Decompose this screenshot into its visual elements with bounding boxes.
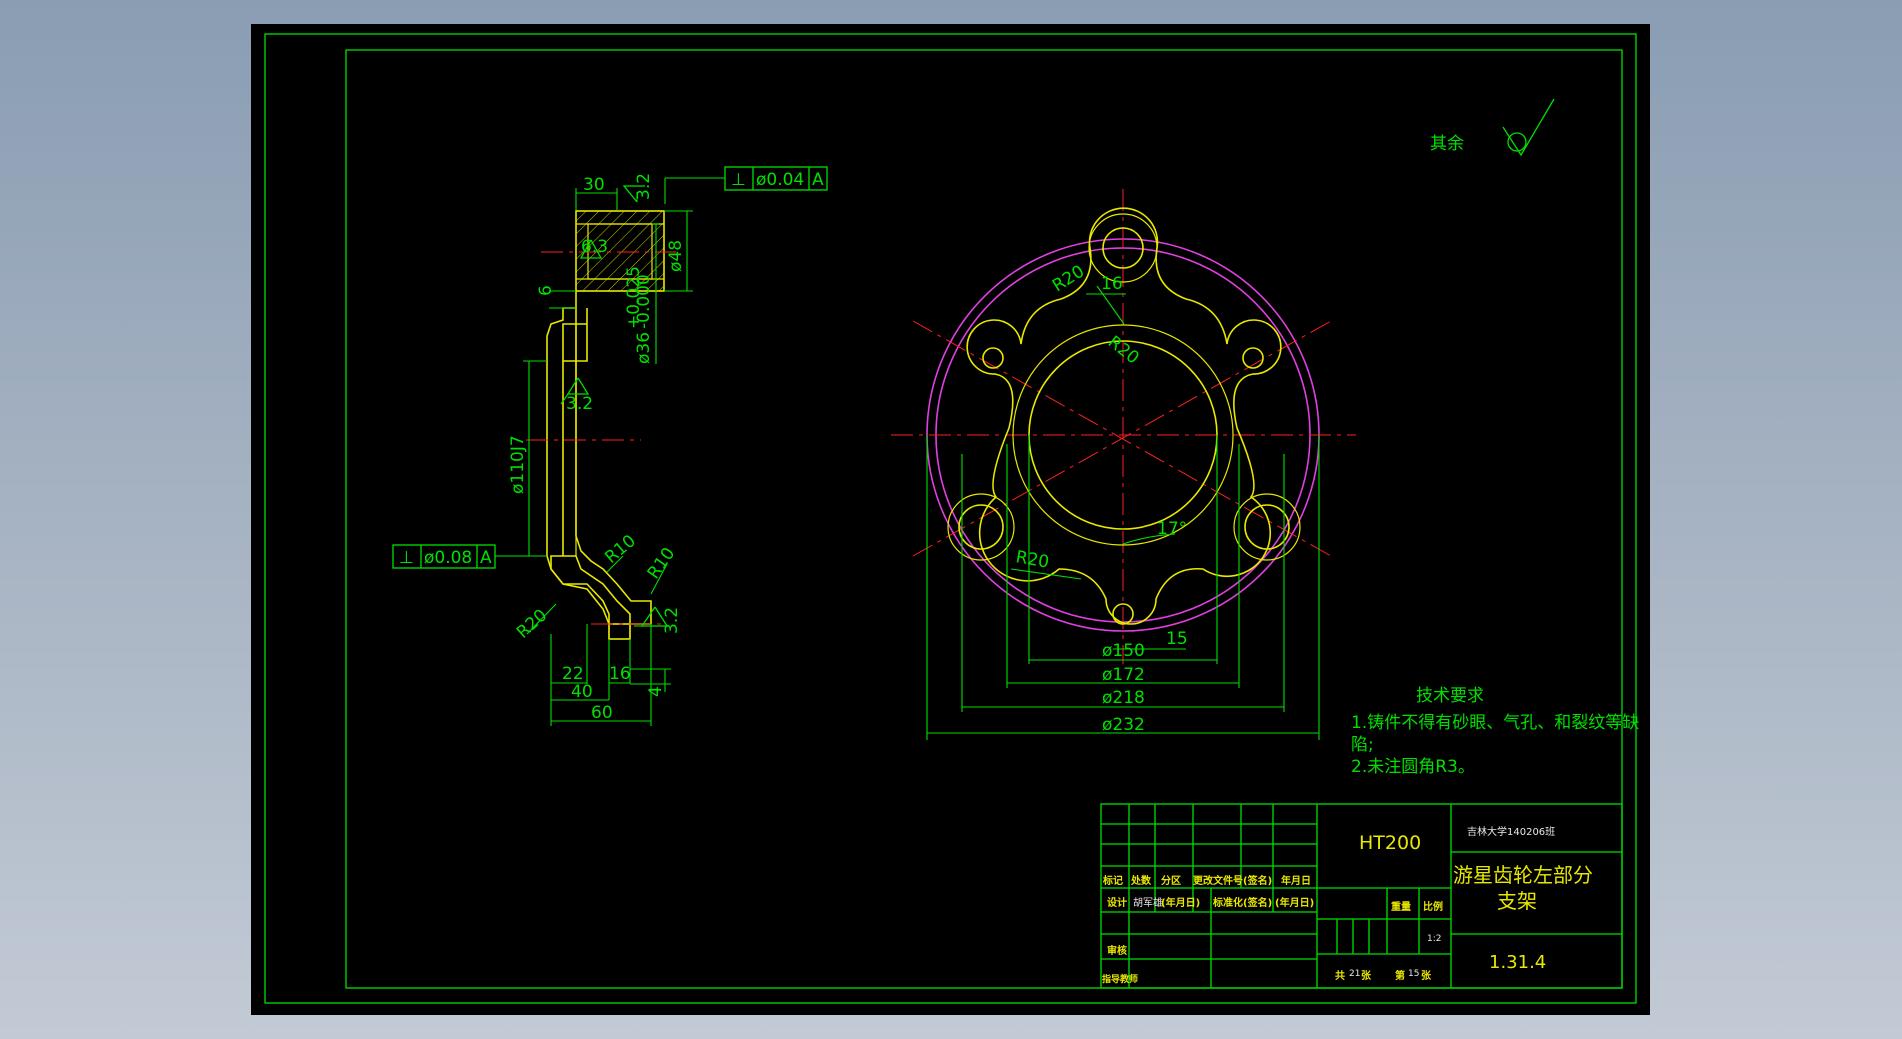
front-dim-d232: ø232 [1102, 715, 1145, 735]
tb-col-zone: 分区 [1161, 874, 1181, 887]
tb-scale-value: 1:2 [1427, 934, 1441, 944]
tb-standard: 标准化(签名) [1212, 896, 1272, 909]
roughness-mid: 3.2 [566, 394, 593, 414]
gtol-frame-left: ⊥ ø0.08 A [392, 544, 496, 569]
gtol-left-symbol: ⊥ [399, 548, 414, 568]
tb-sheetno-prefix: 第 [1395, 969, 1405, 982]
tech-line1: 1.铸件不得有砂眼、气孔、和裂纹等缺 [1351, 713, 1639, 733]
gtol-frame-top: ⊥ ø0.04 A [724, 166, 828, 191]
tb-col-date: 年月日 [1281, 874, 1311, 887]
gtol-left-value: ø0.08 [424, 548, 472, 568]
cad-drawing: 其余 30 3.2 6.3 ø48 ø36 +0.025 -0.000 6 3.… [264, 33, 1639, 1004]
tb-sheets-suffix: 张 [1361, 969, 1372, 982]
tb-row-design: 设计 [1107, 896, 1127, 909]
tb-mass-label: 重量 [1391, 900, 1411, 913]
dim-w16: 16 [609, 664, 631, 684]
dim-r10-b: R10 [644, 544, 680, 583]
outer-frame [264, 33, 1637, 1004]
roughness-other-label: 其余 [1430, 134, 1464, 154]
tech-title: 技术要求 [1416, 686, 1484, 706]
dim-outer-dia: ø48 [666, 240, 686, 272]
front-dim-d218: ø218 [1102, 688, 1145, 708]
front-dim-d172: ø172 [1102, 665, 1145, 685]
roughness-bore: 6.3 [581, 237, 608, 257]
dim-top-width: 30 [583, 175, 605, 195]
tb-sheets-total: 21 [1349, 969, 1360, 979]
roughness-other-symbol: 其余 [1430, 98, 1555, 157]
gtol-top-value: ø0.04 [756, 170, 804, 190]
tb-part-name-2: 支架 [1497, 889, 1537, 913]
tech-line2: 2.未注圆角R3。 [1351, 757, 1475, 777]
front-dim-r20-top: R20 [1049, 262, 1088, 297]
dim-w22: 22 [562, 664, 584, 684]
gtol-top-symbol: ⊥ [731, 170, 746, 190]
tech-requirements: 技术要求 1.铸件不得有砂眼、气孔、和裂纹等缺 陷; 2.未注圆角R3。 [1351, 686, 1639, 777]
dim-w40: 40 [571, 682, 593, 702]
tb-designer: 胡军雄 [1133, 896, 1163, 909]
front-dim-d150: ø150 [1102, 641, 1145, 661]
tb-standard-date: (年月日) [1275, 896, 1314, 909]
tech-line1b: 陷; [1351, 735, 1374, 755]
title-block: HT200 吉林大学140206班 游星齿轮左部分 支架 1.31.4 标记 处… [1100, 803, 1623, 989]
front-dim-r20-inner: R20 [1104, 332, 1143, 368]
roughness-top: 3.2 [634, 173, 654, 200]
tb-design-date: (年月日) [1161, 896, 1200, 909]
tb-col-change: 更改文件号(签名) [1193, 874, 1272, 887]
roughness-bottom: 3.2 [662, 607, 682, 634]
front-dim-w16: 16 [1101, 274, 1123, 294]
tb-sheet-no: 15 [1408, 969, 1419, 979]
tb-material: HT200 [1359, 832, 1421, 854]
tb-col-count: 处数 [1130, 874, 1152, 887]
front-dim-r20-bottom: R20 [1014, 547, 1050, 573]
dim-r10-a: R10 [601, 531, 639, 568]
dim-r20: R20 [513, 605, 551, 642]
section-view: 30 3.2 6.3 ø48 ø36 +0.025 -0.000 6 3.2 ø… [392, 166, 828, 726]
cad-viewport[interactable]: 其余 30 3.2 6.3 ø48 ø36 +0.025 -0.000 6 3.… [251, 24, 1650, 1015]
tb-scale-label: 比例 [1423, 900, 1443, 913]
dim-step: 6 [536, 285, 556, 296]
tb-drawing-no: 1.31.4 [1489, 952, 1546, 973]
dim-w4: 4 [646, 686, 666, 697]
tb-sheetno-suffix: 张 [1421, 969, 1432, 982]
tb-advisor: 指导教师 [1102, 973, 1138, 985]
inner-frame [345, 49, 1623, 989]
bore-tol-lower: -0.000 [634, 274, 654, 329]
tb-review: 审核 [1107, 944, 1127, 957]
dim-bore-dia: ø36 [634, 332, 654, 364]
tb-part-name-1: 游星齿轮左部分 [1453, 863, 1593, 887]
front-view: R20 16 R20 17° R20 15 ø150 ø172 ø218 ø23… [891, 189, 1356, 740]
gtol-top-datum: A [812, 170, 824, 190]
gtol-left-datum: A [480, 548, 492, 568]
dim-pilot-dia: ø110J7 [508, 435, 528, 494]
front-dim-angle: 17° [1157, 519, 1187, 539]
tb-col-mark: 标记 [1102, 874, 1123, 887]
dim-w60: 60 [591, 703, 613, 723]
front-dim-w15: 15 [1166, 629, 1188, 649]
tb-sheets-prefix: 共 [1335, 969, 1345, 982]
tb-school: 吉林大学140206班 [1467, 825, 1555, 838]
